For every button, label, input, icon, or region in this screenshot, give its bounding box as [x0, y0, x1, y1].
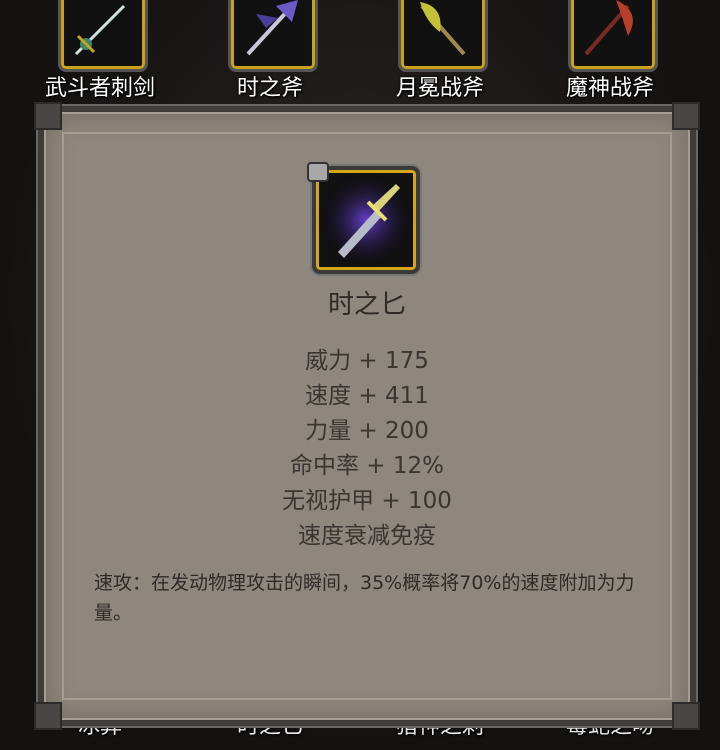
stat-strength: 力量 + 200 — [305, 418, 429, 444]
item-stats: 威力 + 175 速度 + 411 力量 + 200 命中率 + 12% 无视护… — [44, 344, 690, 554]
weapon-label-4: 魔神战斧 — [565, 76, 654, 101]
weapon-label-2: 时之斧 — [236, 76, 303, 101]
stat-hit-rate: 命中率 + 12% — [289, 453, 444, 479]
item-icon-frame — [312, 166, 420, 274]
stat-speed-decay-immunity: 速度衰减免疫 — [298, 523, 436, 549]
moon-axe-icon — [420, 2, 466, 56]
stat-speed: 速度 + 411 — [305, 383, 429, 409]
weapon-label-3: 月冕战斧 — [395, 76, 484, 101]
dagger-icon — [316, 170, 416, 270]
stat-armor-ignore: 无视护甲 + 100 — [282, 488, 452, 514]
panel-corner — [672, 102, 700, 130]
panel-corner — [672, 702, 700, 730]
weapon-slot-4[interactable] — [568, 0, 658, 72]
rapier-icon — [74, 4, 126, 56]
item-name: 时之匕 — [327, 290, 406, 320]
demon-axe-icon — [584, 0, 633, 56]
weapon-slot-3[interactable] — [398, 0, 488, 72]
lock-icon — [307, 162, 329, 182]
panel-corner — [34, 702, 62, 730]
weapon-slot-2[interactable] — [228, 0, 318, 72]
weapon-slot-1[interactable] — [58, 0, 148, 72]
item-description: 速攻：在发动物理攻击的瞬间，35%概率将70%的速度附加为力量。 — [94, 572, 635, 624]
item-detail-panel: 时之匕 威力 + 175 速度 + 411 力量 + 200 命中率 + 12%… — [34, 102, 700, 730]
axe-icon — [246, 0, 298, 56]
weapon-row-top: 武斗者刺剑 时之斧 月冕战斧 魔神战斧 — [0, 0, 720, 105]
weapon-label-1: 武斗者刺剑 — [44, 76, 155, 101]
panel-corner — [34, 102, 62, 130]
stat-power: 威力 + 175 — [305, 348, 429, 374]
